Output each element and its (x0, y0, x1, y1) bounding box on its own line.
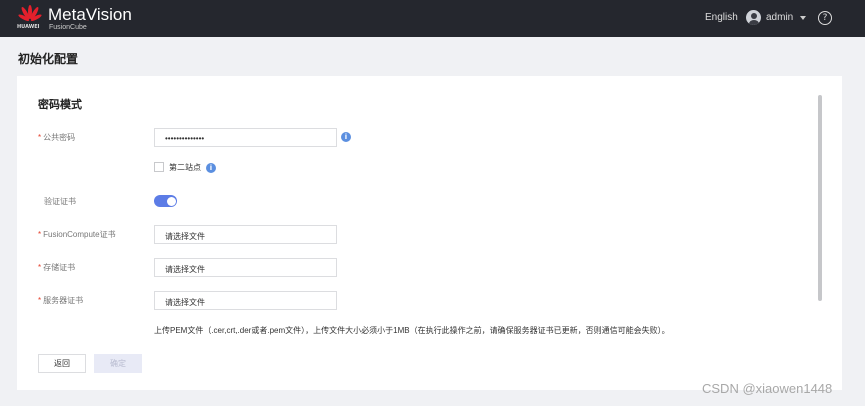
upload-hint: 上传PEM文件（.cer,crt,.der或者.pem文件），上传文件大小必须小… (154, 326, 670, 335)
back-button[interactable]: 返回 (38, 354, 86, 373)
verify-cert-label: 验证证书 (44, 197, 76, 206)
user-avatar-icon[interactable] (746, 10, 761, 25)
info-icon[interactable]: i (341, 132, 351, 142)
brand-name: MetaVision (48, 5, 132, 24)
top-header: HUAWEI MetaVision FusionCube English adm… (0, 0, 865, 37)
help-icon[interactable]: ? (818, 11, 832, 25)
scrollbar[interactable] (818, 95, 822, 301)
public-password-input[interactable]: •••••••••••••• (154, 128, 337, 147)
watermark: CSDN @xiaowen1448 (702, 381, 833, 396)
verify-cert-toggle[interactable] (154, 195, 177, 207)
storage-cert-label: * 存储证书 (38, 263, 76, 272)
brand-subtitle: FusionCube (49, 24, 87, 31)
public-password-label: * 公共密码 (38, 133, 76, 142)
fc-cert-label: * FusionCompute证书 (38, 230, 116, 239)
server-cert-label: * 服务器证书 (38, 296, 84, 305)
second-site-checkbox[interactable] (154, 162, 164, 172)
vendor-name: HUAWEI (17, 24, 40, 30)
language-switch[interactable]: English (705, 12, 738, 23)
server-cert-file-input[interactable]: 请选择文件 (154, 291, 337, 310)
storage-cert-file-input[interactable]: 请选择文件 (154, 258, 337, 277)
confirm-button[interactable]: 确定 (94, 354, 142, 373)
section-title: 密码模式 (38, 98, 82, 111)
fc-cert-file-input[interactable]: 请选择文件 (154, 225, 337, 244)
info-icon[interactable]: i (206, 163, 216, 173)
user-menu[interactable]: admin (766, 12, 793, 23)
page-title: 初始化配置 (18, 52, 79, 66)
second-site-label: 第二站点 (169, 163, 201, 172)
form-card (17, 76, 842, 390)
chevron-down-icon[interactable] (800, 16, 806, 20)
